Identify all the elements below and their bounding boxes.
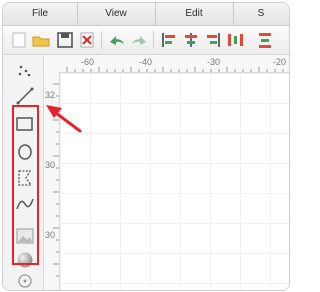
align-right-icon[interactable] (203, 30, 223, 50)
ruler-tick-label: -60 (81, 57, 95, 67)
line-tool-icon[interactable] (14, 85, 36, 107)
tool-group-highlight (12, 105, 39, 265)
vertical-ruler-ticks (53, 83, 59, 277)
ruler-tick-label: 30 (45, 160, 56, 170)
new-doc-icon[interactable] (9, 30, 29, 50)
align-center-icon[interactable] (181, 30, 201, 50)
menu-bar: File View Edit S (3, 3, 289, 26)
menu-edit[interactable]: Edit (155, 3, 234, 25)
toolbar-separator (101, 31, 102, 49)
menu-file[interactable]: File (3, 3, 78, 25)
ruler-tick-label: -20 (273, 57, 287, 67)
toolbar-separator (153, 31, 154, 49)
drawing-canvas[interactable] (60, 73, 289, 290)
undo-icon[interactable] (107, 30, 127, 50)
ruler-tick-label: -40 (139, 57, 153, 67)
vertical-ruler: 32 30 30 (44, 72, 60, 290)
save-icon[interactable] (55, 30, 75, 50)
tool-panel (3, 55, 44, 290)
toolbar (3, 26, 289, 55)
ruler-tick-label: 30 (45, 230, 56, 240)
app-window: File View Edit S -60 -40 -30 -20 32 30 3… (2, 2, 290, 291)
delete-icon[interactable] (77, 30, 97, 50)
menu-s[interactable]: S (233, 3, 289, 25)
open-folder-icon[interactable] (31, 30, 51, 50)
horizontal-ruler: -60 -40 -30 -20 (47, 55, 289, 73)
menu-view[interactable]: View (77, 3, 156, 25)
select-points-icon[interactable] (14, 59, 36, 81)
distribute-vertical-icon[interactable] (255, 30, 275, 50)
ruler-tick-label: 32 (45, 90, 56, 100)
align-left-icon[interactable] (159, 30, 179, 50)
rotate-tool-icon[interactable] (14, 270, 36, 290)
redo-icon[interactable] (129, 30, 149, 50)
ruler-tick-label: -30 (207, 57, 221, 67)
distribute-icon[interactable] (225, 30, 245, 50)
